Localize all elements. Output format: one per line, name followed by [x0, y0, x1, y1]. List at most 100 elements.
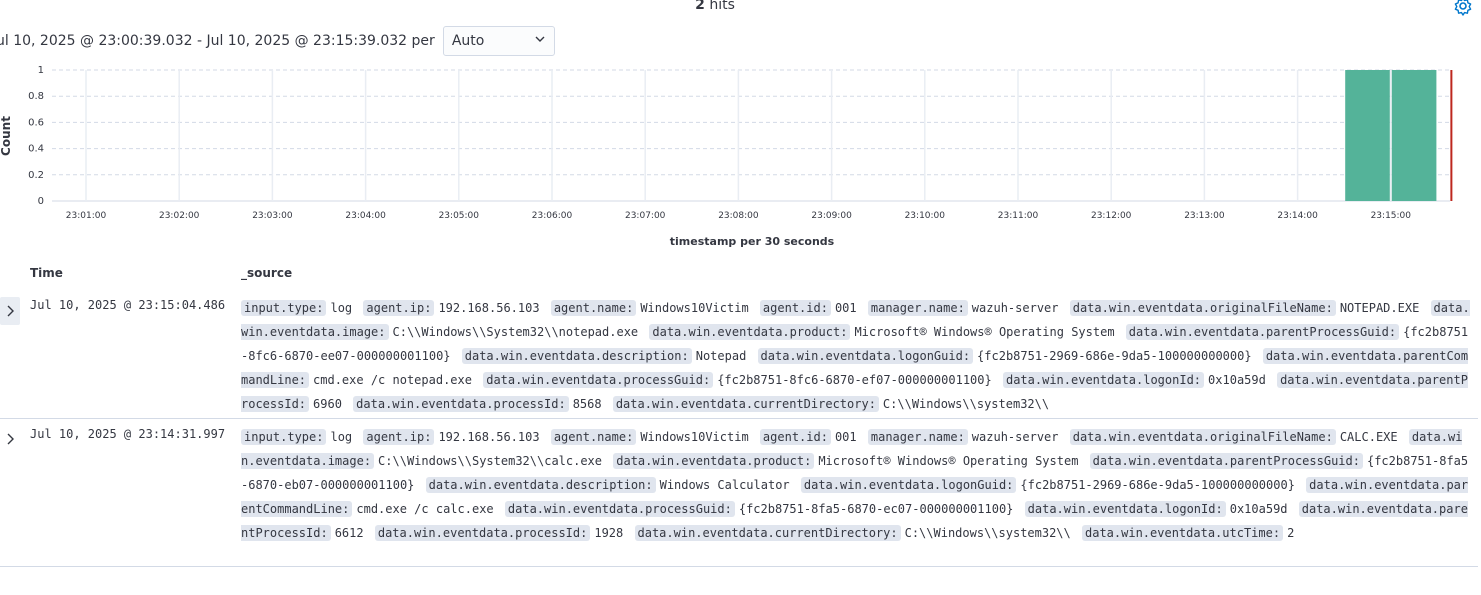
field-value: {fc2b8751-8fc6-6870-ef07-000000001100} — [717, 373, 992, 387]
column-header-source[interactable]: _source — [241, 266, 292, 280]
y-tick-label: 0.8 — [28, 91, 44, 102]
x-tick-label: 23:01:00 — [66, 211, 107, 221]
field-value: Microsoft® Windows® Operating System — [818, 454, 1079, 468]
field-value: Windows10Victim — [640, 301, 749, 315]
field-value: {fc2b8751-2969-686e-9da5-100000000000} — [1020, 478, 1295, 492]
hits-count: 2 — [695, 0, 705, 13]
field-key: data.win.eventdata.currentDirectory: — [634, 525, 901, 541]
field-value: log — [330, 301, 353, 315]
field-key: data.win.eventdata.processId: — [374, 525, 591, 541]
field-key: data.win.eventdata.product: — [613, 453, 815, 469]
y-axis-label: Count — [0, 116, 13, 156]
field-key: agent.ip: — [363, 429, 435, 445]
field-value: 1928 — [594, 526, 624, 540]
field-key: data.win.eventdata.originalFileName: — [1069, 300, 1336, 316]
table-row[interactable]: Jul 10, 2025 @ 23:15:04.486 input.type: l… — [0, 290, 1478, 419]
histogram-bar[interactable] — [1391, 70, 1437, 201]
field-value: CALC.EXE — [1339, 430, 1398, 444]
histogram-chart[interactable]: 1 0.8 0.6 0.4 0.2 0 23:01:00 23:02:00 23:03:00 23… — [0, 60, 1481, 252]
x-tick-label: 23:13:00 — [1184, 211, 1225, 221]
field-key: data.win.eventdata.utcTime: — [1082, 525, 1284, 541]
field-value: log — [330, 430, 353, 444]
field-value: 0x10a59d — [1208, 373, 1266, 387]
x-tick-label: 23:06:00 — [532, 211, 573, 221]
field-value: C:\\Windows\\System32\\notepad.exe — [392, 325, 639, 339]
column-header-time[interactable]: Time — [30, 266, 63, 280]
field-key: input.type: — [241, 300, 327, 316]
field-key: input.type: — [241, 429, 327, 445]
row-timestamp: Jul 10, 2025 @ 23:14:31.997 — [30, 427, 226, 441]
field-value: 2 — [1287, 526, 1295, 540]
x-tick-label: 23:08:00 — [718, 211, 759, 221]
x-tick-label: 23:11:00 — [998, 211, 1039, 221]
field-value: cmd.exe /c notepad.exe — [313, 373, 472, 387]
field-value: 6960 — [313, 397, 342, 411]
field-value: cmd.exe /c calc.exe — [356, 502, 494, 516]
x-tick-label: 23:04:00 — [345, 211, 386, 221]
field-value: 0x10a59d — [1229, 502, 1288, 516]
field-value: {fc2b8751-2969-686e-9da5-100000000000} — [977, 349, 1252, 363]
field-value: C:\\Windows\\system32\\ — [882, 397, 1050, 411]
field-value: NOTEPAD.EXE — [1339, 301, 1420, 315]
chevron-right-icon — [7, 305, 14, 317]
field-value: C:\\Windows\\System32\\calc.exe — [378, 454, 603, 468]
field-key: data.win.eventdata.processGuid: — [504, 501, 735, 517]
hits-label: hits — [709, 0, 735, 13]
time-range-bar: ul 10, 2025 @ 23:00:39.032 - Jul 10, 202… — [0, 26, 555, 56]
x-tick-label: 23:05:00 — [439, 211, 480, 221]
x-tick-label: 23:15:00 — [1371, 211, 1412, 221]
y-tick-label: 0.2 — [28, 170, 44, 181]
x-tick-label: 23:09:00 — [811, 211, 852, 221]
field-key: data.win.eventdata.logonId: — [1024, 501, 1226, 517]
field-value: 192.168.56.103 — [438, 430, 540, 444]
field-key: data.win.eventdata.logonGuid: — [757, 348, 974, 364]
chevron-right-icon — [7, 433, 14, 445]
expand-row-button[interactable] — [0, 297, 20, 325]
field-key: data.win.eventdata.product: — [649, 324, 851, 340]
field-key: data.win.eventdata.processId: — [353, 396, 569, 412]
x-tick-label: 23:03:00 — [252, 211, 293, 221]
field-key: data.win.eventdata.parentProcessGuid: — [1089, 453, 1363, 469]
field-value: 192.168.56.103 — [438, 301, 540, 315]
table-row[interactable]: Jul 10, 2025 @ 23:14:31.997 input.type: l… — [0, 419, 1478, 567]
field-value: 6612 — [334, 526, 364, 540]
field-value: wazuh-server — [971, 301, 1059, 315]
field-value: wazuh-server — [971, 430, 1059, 444]
field-value: {fc2b8751-8fa5-6870-ec07-000000001100} — [738, 502, 1014, 516]
field-value: 001 — [834, 301, 857, 315]
field-key: data.win.eventdata.description: — [425, 477, 656, 493]
field-key: data.win.eventdata.currentDirectory: — [612, 396, 879, 412]
time-range-text: ul 10, 2025 @ 23:00:39.032 - Jul 10, 202… — [0, 33, 435, 49]
expand-row-button[interactable] — [0, 425, 20, 453]
field-value: Notepad — [695, 349, 747, 363]
field-key: data.win.eventdata.originalFileName: — [1069, 429, 1336, 445]
x-tick-label: 23:07:00 — [625, 211, 666, 221]
interval-select-value: Auto — [451, 33, 485, 49]
interval-select[interactable]: Auto — [442, 26, 555, 56]
field-key: agent.ip: — [363, 300, 435, 316]
field-key: agent.name: — [550, 300, 637, 316]
field-key: data.win.eventdata.processGuid: — [483, 372, 714, 388]
row-source: input.type: log agent.ip: 192.168.56.103 a… — [241, 425, 1471, 545]
field-key: data.win.eventdata.logonId: — [1002, 372, 1205, 388]
histogram-bar[interactable] — [1345, 70, 1390, 201]
y-tick-label: 0 — [38, 196, 44, 207]
gear-icon[interactable] — [1453, 0, 1473, 16]
x-axis-label: timestamp per 30 seconds — [670, 235, 835, 248]
row-source: input.type: log agent.ip: 192.168.56.103 a… — [241, 296, 1471, 414]
field-key: manager.name: — [867, 300, 968, 316]
x-tick-label: 23:02:00 — [159, 211, 200, 221]
field-key: manager.name: — [867, 429, 968, 445]
table-header: Time _source — [0, 262, 1481, 286]
field-key: data.win.eventdata.parentProcessGuid: — [1125, 324, 1400, 340]
chevron-down-icon — [534, 33, 546, 49]
y-tick-label: 1 — [38, 65, 44, 76]
discover-panel: 2 hits ul 10, 2025 @ 23:00:39.032 - Jul … — [0, 0, 1481, 595]
row-timestamp: Jul 10, 2025 @ 23:15:04.486 — [30, 298, 226, 312]
y-tick-label: 0.6 — [28, 117, 44, 128]
x-tick-label: 23:10:00 — [905, 211, 946, 221]
field-value: 8568 — [572, 397, 602, 411]
x-tick-label: 23:14:00 — [1277, 211, 1318, 221]
hits-counter: 2 hits — [0, 0, 1430, 13]
field-value: Windows10Victim — [640, 430, 749, 444]
